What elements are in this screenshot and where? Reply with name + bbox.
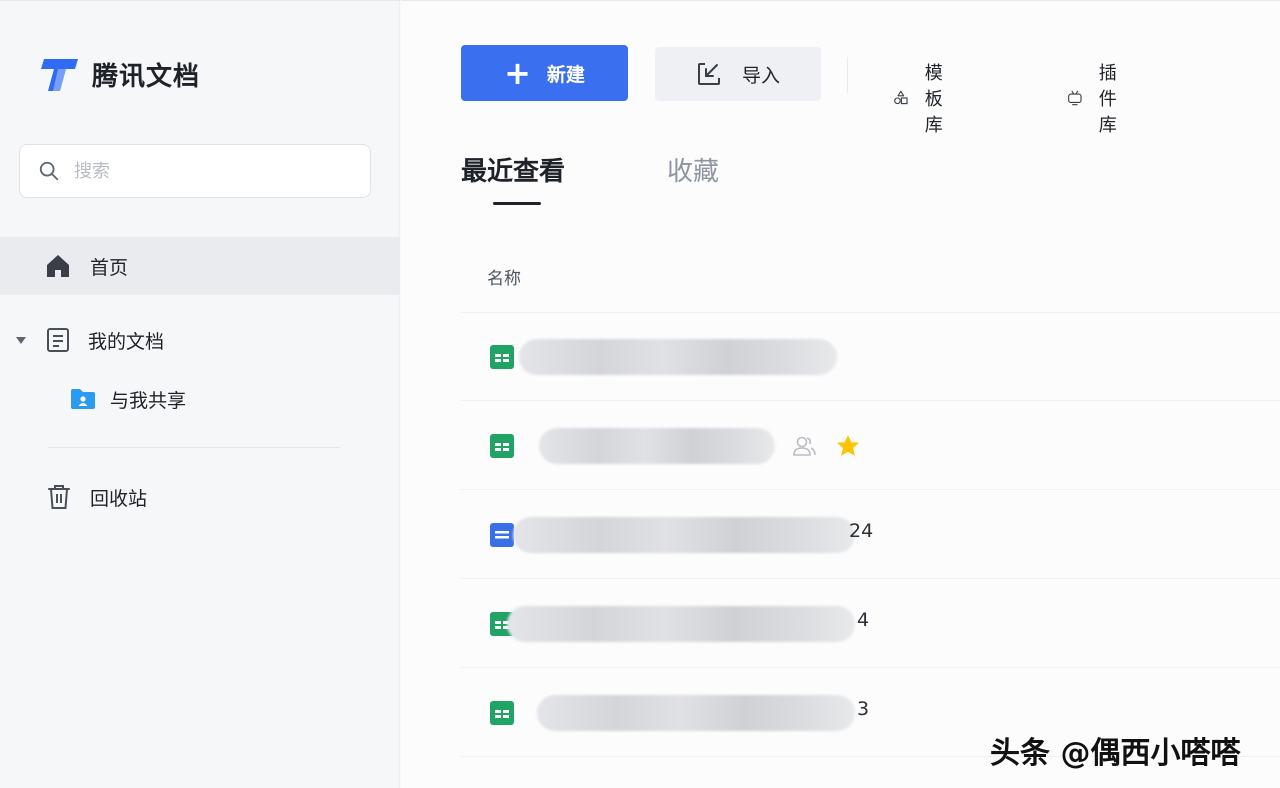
file-name-suffix: 24	[849, 520, 874, 542]
file-row[interactable]	[461, 402, 1280, 490]
sidebar: 腾讯文档 首页 我的文档	[0, 0, 400, 788]
import-icon	[697, 63, 720, 85]
import-button[interactable]: 导入	[655, 47, 821, 101]
file-row[interactable]: 4	[461, 580, 1280, 668]
sidebar-item-shared-label: 与我共享	[110, 389, 187, 412]
sidebar-item-home[interactable]: 首页	[0, 237, 400, 295]
sheet-file-icon	[490, 345, 514, 369]
doc-file-icon	[490, 523, 514, 547]
active-tab-indicator	[493, 202, 541, 205]
tab-favorites[interactable]: 收藏	[667, 151, 719, 188]
sidebar-item-my-docs[interactable]: 我的文档	[0, 313, 400, 367]
plus-icon: +	[504, 54, 531, 92]
template-library-label: 模板库	[924, 63, 943, 136]
shared-folder-icon	[71, 389, 95, 409]
plugin-library-button[interactable]: 插件库	[1067, 59, 1129, 137]
blurred-file-name	[537, 695, 855, 731]
file-row[interactable]: 24	[461, 491, 1280, 579]
home-icon	[47, 255, 69, 277]
sheet-file-icon	[490, 434, 514, 458]
trash-icon	[48, 485, 70, 509]
toolbar-separator	[847, 57, 848, 93]
search-icon	[39, 161, 59, 181]
file-name-suffix: 4	[857, 609, 870, 631]
sidebar-item-shared[interactable]: 与我共享	[0, 373, 400, 425]
watermark-text: 头条 @偶西小嗒嗒	[990, 736, 1241, 771]
sidebar-item-trash[interactable]: 回收站	[0, 471, 400, 523]
sidebar-item-trash-label: 回收站	[90, 487, 148, 510]
new-button-label: 新建	[546, 63, 585, 86]
document-icon	[47, 328, 69, 352]
template-shapes-icon	[894, 90, 908, 105]
template-library-button[interactable]: 模板库	[893, 59, 955, 137]
file-row[interactable]	[461, 313, 1280, 401]
blurred-file-name	[507, 606, 855, 642]
caret-down-icon[interactable]	[14, 333, 28, 347]
shared-users-icon	[793, 436, 816, 456]
search-input[interactable]	[74, 160, 334, 182]
import-button-label: 导入	[741, 64, 780, 87]
plugin-library-label: 插件库	[1098, 63, 1117, 136]
sidebar-divider	[48, 447, 340, 448]
tencent-docs-logo-icon	[41, 59, 78, 91]
plugin-tv-icon	[1068, 90, 1082, 106]
file-name-suffix: 3	[857, 698, 870, 720]
sheet-file-icon	[490, 701, 514, 725]
tencent-docs-app: 腾讯文档 首页 我的文档	[0, 0, 1280, 788]
blurred-file-name	[513, 517, 855, 553]
app-name: 腾讯文档	[92, 61, 201, 92]
search-box[interactable]	[19, 144, 371, 198]
tab-recent[interactable]: 最近查看	[461, 151, 565, 188]
sidebar-item-my-docs-label: 我的文档	[88, 330, 165, 353]
blurred-file-name	[539, 428, 775, 464]
star-icon[interactable]	[835, 433, 861, 459]
blurred-file-name	[519, 339, 837, 375]
main-content: + 新建 导入 模板库 插件库 最近查看 收藏 名称 24 4 3	[401, 0, 1280, 788]
new-button[interactable]: + 新建	[461, 45, 628, 101]
column-header-name[interactable]: 名称	[487, 264, 521, 289]
sidebar-item-home-label: 首页	[90, 256, 129, 279]
app-logo[interactable]: 腾讯文档	[40, 54, 200, 94]
